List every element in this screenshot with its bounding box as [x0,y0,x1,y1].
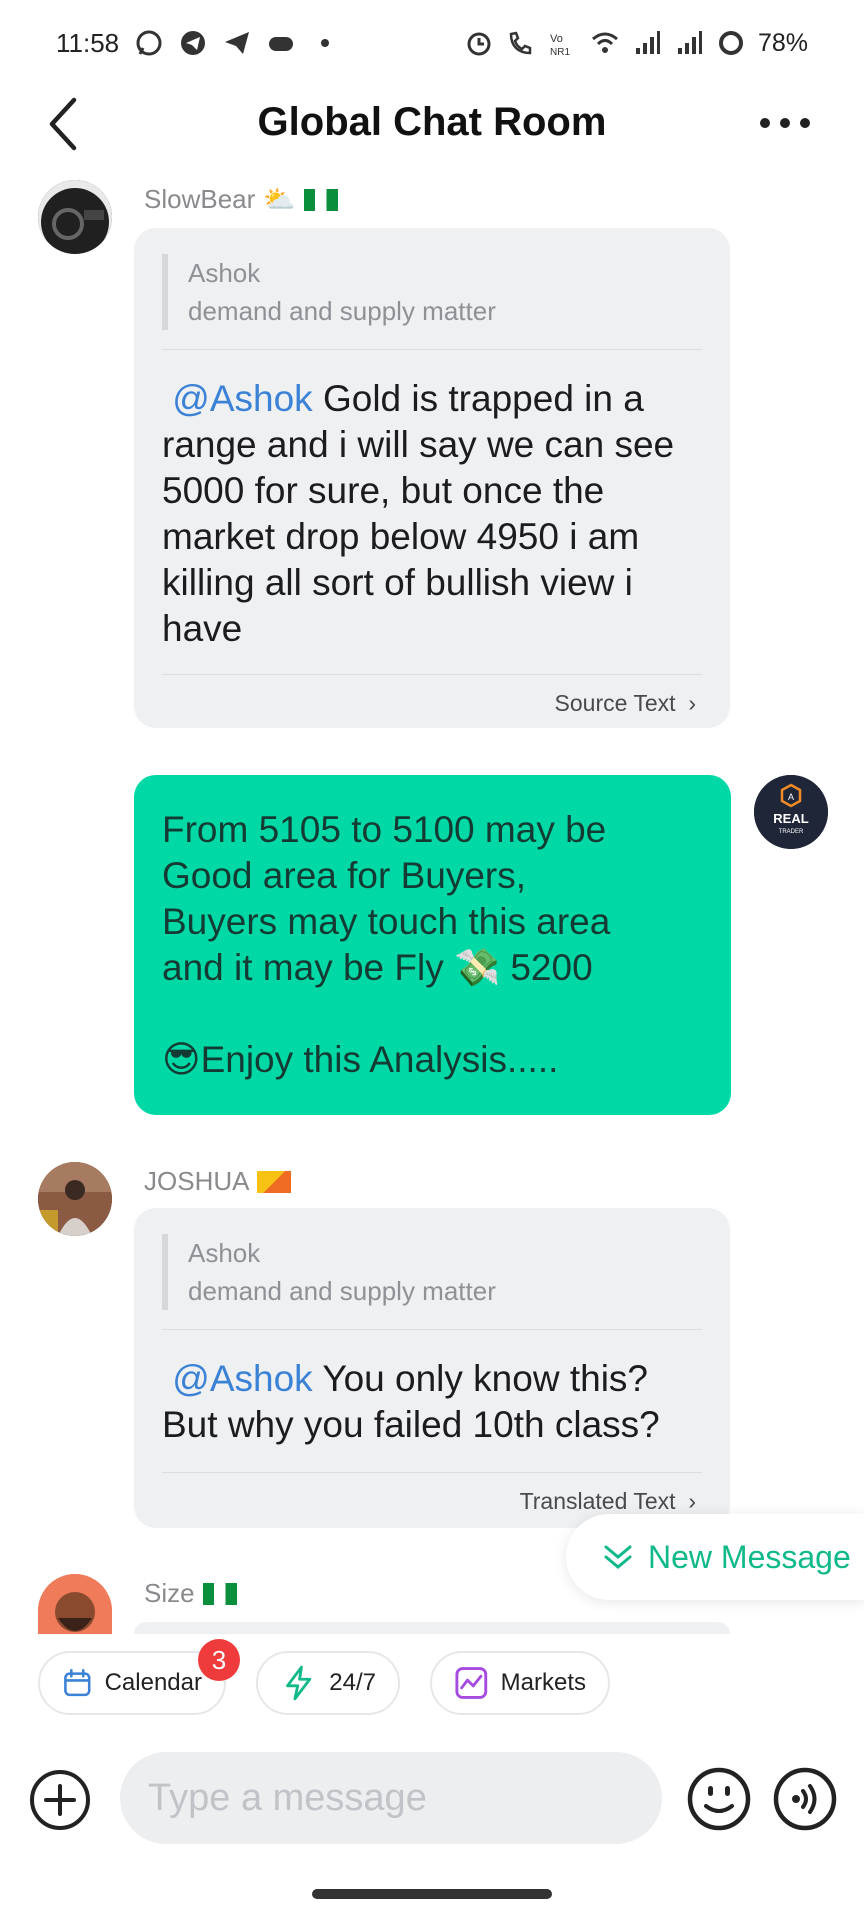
svg-text:A: A [788,792,794,802]
person-avatar-image [38,1162,112,1236]
quote-author: Ashok [188,1238,261,1268]
markets-chart-icon [455,1667,488,1699]
alarm-icon [467,32,491,56]
bhutan-flag-icon [257,1170,292,1193]
markets-label: Markets [500,1669,586,1696]
message-text: @Ashok Gold is trapped in a range and i … [162,378,675,649]
message-input[interactable] [120,1752,662,1844]
message-bubble[interactable] [134,1622,730,1634]
own-avatar[interactable]: A REAL TRADER [754,775,828,849]
calendar-label: Calendar [104,1669,202,1696]
car-steering-avatar-image [38,180,112,254]
live-label: 24/7 [329,1669,376,1696]
mention-link[interactable]: @Ashok [172,1358,312,1399]
username-text: JOSHUA [144,1166,250,1196]
notification-badge: 3 [198,1639,240,1681]
page-title: Global Chat Room [257,100,607,144]
message-bubble[interactable]: Ashok demand and supply matter @Ashok Yo… [134,1208,730,1528]
system-icons: Vo NR1 78% [464,28,808,58]
message-bubble[interactable]: Ashok demand and supply matter @Ashok Go… [134,228,730,728]
message-text: From 5105 to 5100 may be Good area for B… [162,809,611,1080]
add-plus-icon[interactable] [28,1768,92,1832]
emoji-icon[interactable] [686,1766,752,1832]
divider [162,1472,702,1473]
quote-text: demand and supply matter [188,296,496,326]
send-icon [225,32,249,54]
avatar[interactable] [38,180,112,254]
weather-emoji: ⛅ [263,184,296,214]
svg-text:Vo: Vo [550,33,563,45]
lightning-icon [286,1665,312,1701]
mention-link[interactable]: @Ashok [172,378,312,419]
signal-icon-2 [677,31,702,54]
new-message-button[interactable]: New Message [566,1514,864,1600]
source-text-link[interactable]: Source Text › [555,690,696,717]
status-bar: 11:58 Vo NR1 78% [0,0,864,90]
cartoon-man-avatar-image [38,1574,112,1634]
live-24-7-chip[interactable]: 24/7 [256,1651,400,1715]
notification-icons [134,28,340,58]
svg-text:REAL: REAL [773,811,808,826]
double-chevron-down-icon [604,1545,632,1569]
dot-icon [321,39,329,47]
svg-text:TRADER: TRADER [779,829,804,835]
avatar[interactable] [38,1162,112,1236]
signal-icon [635,31,660,54]
game-controller-icon [269,37,293,51]
nigeria-flag-icon [202,1582,237,1605]
telegram-icon [181,31,205,55]
real-trader-logo-icon: A REAL TRADER [754,775,828,849]
divider [162,674,702,675]
sent-message-bubble[interactable]: From 5105 to 5100 may be Good area for B… [134,775,731,1115]
volte-icon: Vo NR1 [550,33,570,58]
svg-text:NR1: NR1 [550,47,570,58]
more-options-icon[interactable] [760,116,810,130]
username-text: Size [144,1578,195,1608]
message-text: @Ashok You only know this? But why you f… [162,1358,660,1445]
battery-percent: 78% [757,28,808,57]
message-username[interactable]: Size [144,1578,237,1609]
battery-ring-icon [718,31,743,55]
translated-text-link[interactable]: Translated Text › [520,1488,696,1515]
divider [162,349,702,350]
message-username[interactable]: JOSHUA [144,1166,292,1197]
whatsapp-icon [136,30,162,56]
voice-message-icon[interactable] [772,1766,838,1832]
home-indicator[interactable] [312,1889,552,1899]
wifi-call-icon [509,31,532,55]
nigeria-flag-icon [303,188,338,211]
divider [162,1329,702,1330]
avatar[interactable] [38,1574,112,1634]
chevron-right-icon: › [681,690,696,716]
chevron-right-icon: › [681,1488,696,1514]
username-text: SlowBear [144,184,256,214]
new-message-label: New Message [648,1538,851,1575]
status-time: 11:58 [56,28,120,58]
quote-author: Ashok [188,258,261,288]
reply-quote[interactable]: Ashok demand and supply matter [162,254,496,330]
wifi-icon [591,32,618,53]
reply-quote[interactable]: Ashok demand and supply matter [162,1234,496,1310]
markets-chip[interactable]: Markets [430,1651,610,1715]
message-username[interactable]: SlowBear ⛅ [144,184,338,215]
calendar-icon [64,1668,91,1697]
quote-text: demand and supply matter [188,1276,496,1306]
